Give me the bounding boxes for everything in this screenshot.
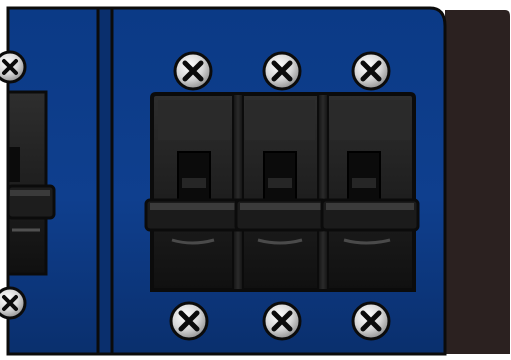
left-panel [0,6,100,356]
screw-top-3 [351,51,391,91]
screw-bottom-3 [351,301,391,341]
breaker-switch-block [144,92,420,292]
screw-bottom-1 [169,301,209,341]
screw-left-top [0,50,27,84]
main-panel [110,6,447,356]
breaker-panel-illustration [0,0,511,360]
breaker-panel-scene [0,0,511,360]
screw-bottom-2 [262,301,302,341]
right-dark-strip [445,10,510,354]
screw-top-1 [173,51,213,91]
screw-left-bottom [0,286,27,320]
left-partial-switch [6,90,56,276]
screw-top-2 [262,51,302,91]
